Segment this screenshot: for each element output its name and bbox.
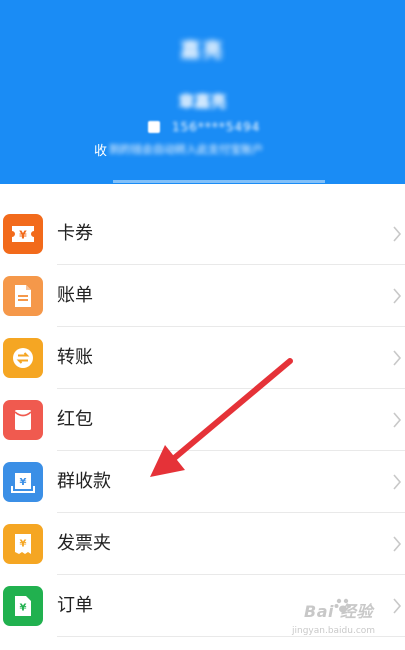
chevron-right-icon	[393, 288, 402, 304]
menu-item-red-packet[interactable]: 红包	[0, 389, 405, 451]
menu-item-group-collection[interactable]: ¥ 群收款	[0, 451, 405, 513]
collect-note: 收 到的钱会自动转入此支付宝账户	[94, 140, 264, 159]
note-prefix: 收	[94, 143, 108, 159]
header-title: 嘉亮	[180, 38, 225, 62]
menu-item-label: 发票夹	[57, 533, 111, 554]
menu-list: ¥ 卡券 账单 转账 红包 ¥ 群收款 ¥ 发票夹 ¥ 订单	[0, 203, 405, 637]
chevron-right-icon	[393, 350, 402, 366]
chevron-right-icon	[393, 536, 402, 552]
menu-item-label: 账单	[57, 285, 93, 306]
menu-item-label: 转账	[57, 347, 93, 368]
menu-item-invoice-folder[interactable]: ¥ 发票夹	[0, 513, 405, 575]
note-text: 到的钱会自动转入此支付宝账户	[109, 143, 264, 156]
menu-item-bills[interactable]: 账单	[0, 265, 405, 327]
group-collect-yuan-icon: ¥	[3, 462, 43, 502]
menu-item-label: 订单	[57, 595, 93, 616]
invoice-yuan-icon: ¥	[3, 524, 43, 564]
bill-document-icon	[3, 276, 43, 316]
header-divider	[113, 180, 325, 183]
baidu-watermark: Bai 经验 jingyan.baidu.com	[286, 596, 398, 640]
chevron-right-icon	[393, 474, 402, 490]
phone-icon	[148, 121, 160, 133]
menu-item-transfer[interactable]: 转账	[0, 327, 405, 389]
watermark-url: jingyan.baidu.com	[292, 626, 376, 636]
transfer-arrows-icon	[3, 338, 43, 378]
chevron-right-icon	[393, 226, 402, 242]
menu-item-label: 卡券	[57, 223, 93, 244]
chevron-right-icon	[393, 412, 402, 428]
svg-text:¥: ¥	[19, 229, 27, 242]
menu-item-label: 红包	[57, 409, 93, 430]
watermark-brand: Bai 经验	[304, 602, 374, 621]
phone-number: 156****5494	[172, 120, 261, 134]
phone-row: 156****5494	[148, 118, 260, 136]
menu-item-coupons[interactable]: ¥ 卡券	[0, 203, 405, 265]
red-envelope-icon	[3, 400, 43, 440]
order-yuan-icon: ¥	[3, 586, 43, 626]
ticket-yuan-icon: ¥	[3, 214, 43, 254]
svg-text:¥: ¥	[20, 603, 27, 614]
svg-text:¥: ¥	[20, 539, 27, 550]
svg-text:¥: ¥	[20, 477, 27, 488]
account-name: 章嘉亮	[178, 92, 227, 111]
account-header: 嘉亮 章嘉亮 156****5494 收 到的钱会自动转入此支付宝账户	[0, 0, 405, 184]
menu-item-label: 群收款	[57, 471, 111, 492]
